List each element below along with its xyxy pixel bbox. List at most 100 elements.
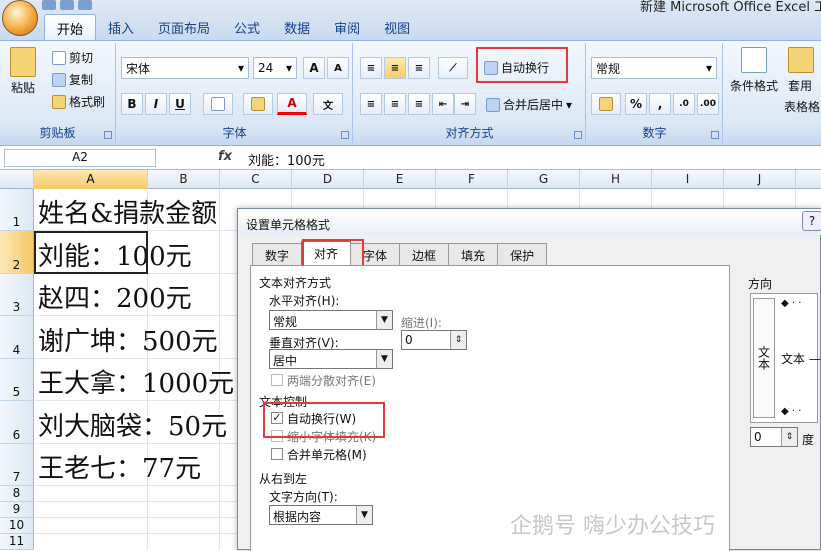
degree-input[interactable]: 0 ⇕: [750, 427, 798, 447]
decrease-indent-button[interactable]: ⇤: [432, 93, 454, 115]
select-all-corner[interactable]: [0, 170, 34, 189]
help-button[interactable]: ?: [802, 211, 821, 231]
row-header[interactable]: 9: [0, 502, 34, 518]
tab-number[interactable]: 数字: [252, 243, 303, 265]
italic-button[interactable]: I: [145, 93, 167, 115]
cell-a7[interactable]: 王老七：77元: [38, 448, 201, 485]
currency-button[interactable]: [591, 93, 621, 115]
row-header[interactable]: 2: [0, 231, 34, 274]
text-alignment-heading: 文本对齐方式: [259, 276, 332, 290]
font-color-button[interactable]: A: [277, 93, 307, 115]
increase-indent-button[interactable]: ⇥: [454, 93, 476, 115]
row-header[interactable]: 5: [0, 359, 34, 401]
cell-a3[interactable]: 赵四：200元: [38, 278, 192, 315]
row-header[interactable]: 4: [0, 316, 34, 359]
font-size-select[interactable]: 24 ▾: [253, 57, 297, 79]
merge-cells-checkbox[interactable]: [271, 448, 283, 460]
merge-center-button[interactable]: 合并后居中 ▾: [486, 96, 572, 113]
percent-button[interactable]: %: [625, 93, 647, 115]
orientation-button[interactable]: ⟋: [438, 57, 468, 79]
cell-a5[interactable]: 王大拿：1000元: [38, 363, 234, 400]
format-as-table-button[interactable]: 套用 表格格: [784, 47, 820, 115]
column-header[interactable]: G: [508, 170, 580, 189]
column-header[interactable]: C: [220, 170, 292, 189]
conditional-format-button[interactable]: 条件格式: [730, 47, 778, 94]
font-launcher-icon[interactable]: [341, 131, 349, 139]
tab-protection[interactable]: 保护: [497, 243, 548, 265]
column-header[interactable]: E: [364, 170, 436, 189]
format-painter-button[interactable]: 格式刷: [52, 93, 105, 110]
shrink-font-button[interactable]: A: [327, 57, 349, 79]
column-header[interactable]: I: [652, 170, 724, 189]
fill-color-button[interactable]: [243, 93, 273, 115]
border-icon: [211, 97, 225, 111]
cell-a1[interactable]: 姓名&捐款金额: [38, 193, 217, 230]
tab-page-layout[interactable]: 页面布局: [146, 14, 222, 40]
decrease-decimal-button[interactable]: .00: [697, 93, 719, 115]
tab-home[interactable]: 开始: [44, 14, 97, 40]
alignment-launcher-icon[interactable]: [574, 131, 582, 139]
row-header[interactable]: 1: [0, 189, 34, 231]
column-header[interactable]: J: [724, 170, 796, 189]
row-header[interactable]: 7: [0, 444, 34, 486]
tab-view[interactable]: 视图: [372, 14, 422, 40]
tab-border[interactable]: 边框: [399, 243, 450, 265]
align-center-button[interactable]: ≡: [384, 93, 406, 115]
formula-input[interactable]: 刘能：100元: [248, 150, 325, 169]
column-header[interactable]: B: [148, 170, 220, 189]
save-icon[interactable]: [42, 0, 56, 10]
tab-insert[interactable]: 插入: [96, 14, 146, 40]
increase-decimal-button[interactable]: .0: [673, 93, 695, 115]
name-box[interactable]: A2: [4, 149, 156, 167]
comma-button[interactable]: ,: [649, 93, 671, 115]
row-header[interactable]: 8: [0, 486, 34, 502]
row-header[interactable]: 11: [0, 534, 34, 550]
paste-button[interactable]: 粘贴: [10, 47, 36, 96]
tab-formulas[interactable]: 公式: [222, 14, 272, 40]
number-format-select[interactable]: 常规 ▾: [591, 57, 717, 79]
align-top-button[interactable]: ≡: [360, 57, 382, 79]
undo-icon[interactable]: [60, 0, 74, 10]
number-launcher-icon[interactable]: [711, 131, 719, 139]
indent-input[interactable]: 0 ⇕: [401, 330, 467, 350]
align-middle-button[interactable]: ≡: [384, 57, 406, 79]
align-left-button[interactable]: ≡: [360, 93, 382, 115]
copy-button[interactable]: 复制: [52, 71, 93, 88]
column-header[interactable]: H: [580, 170, 652, 189]
horizontal-select[interactable]: 常规 ▼: [269, 310, 393, 330]
font-label: 字体: [222, 126, 247, 140]
bold-button[interactable]: B: [121, 93, 143, 115]
redo-icon[interactable]: [78, 0, 92, 10]
border-button[interactable]: [203, 93, 233, 115]
direction-select[interactable]: 根据内容 ▼: [269, 505, 373, 525]
align-right-button[interactable]: ≡: [408, 93, 430, 115]
grow-font-button[interactable]: A: [303, 57, 325, 79]
number-group: 常规 ▾ % , .0 .00 数字: [587, 43, 723, 143]
orientation-control[interactable]: 文本 文本 — ◆ · · ◆ · ·: [750, 293, 821, 423]
cell-a4[interactable]: 谢广坤：500元: [38, 321, 218, 358]
underline-button[interactable]: U: [169, 93, 191, 115]
row-header[interactable]: 3: [0, 274, 34, 316]
vertical-text-option[interactable]: 文本: [753, 298, 775, 418]
office-button[interactable]: [2, 0, 38, 36]
column-header[interactable]: F: [436, 170, 508, 189]
row-header[interactable]: 10: [0, 518, 34, 534]
cell-a6[interactable]: 刘大脑袋：50元: [38, 406, 227, 443]
column-header[interactable]: A: [34, 170, 148, 189]
insert-function-icon[interactable]: fx: [218, 149, 232, 164]
tab-fill[interactable]: 填充: [448, 243, 499, 265]
column-header[interactable]: D: [292, 170, 364, 189]
row-header[interactable]: 6: [0, 401, 34, 444]
styles-group: 条件格式 套用 表格格: [724, 43, 821, 143]
align-bottom-button[interactable]: ≡: [408, 57, 430, 79]
tab-review[interactable]: 审阅: [322, 14, 372, 40]
clipboard-launcher-icon[interactable]: [104, 131, 112, 139]
distributed-checkbox[interactable]: [271, 374, 283, 386]
vertical-select[interactable]: 居中 ▼: [269, 349, 393, 369]
tab-data[interactable]: 数据: [272, 14, 322, 40]
phonetic-button[interactable]: 文: [313, 93, 343, 115]
dialog-title: 设置单元格格式: [238, 209, 821, 235]
orientation-dial[interactable]: 文本 —: [781, 350, 821, 367]
cut-button[interactable]: 剪切: [52, 49, 93, 66]
font-name-select[interactable]: 宋体 ▾: [121, 57, 249, 79]
